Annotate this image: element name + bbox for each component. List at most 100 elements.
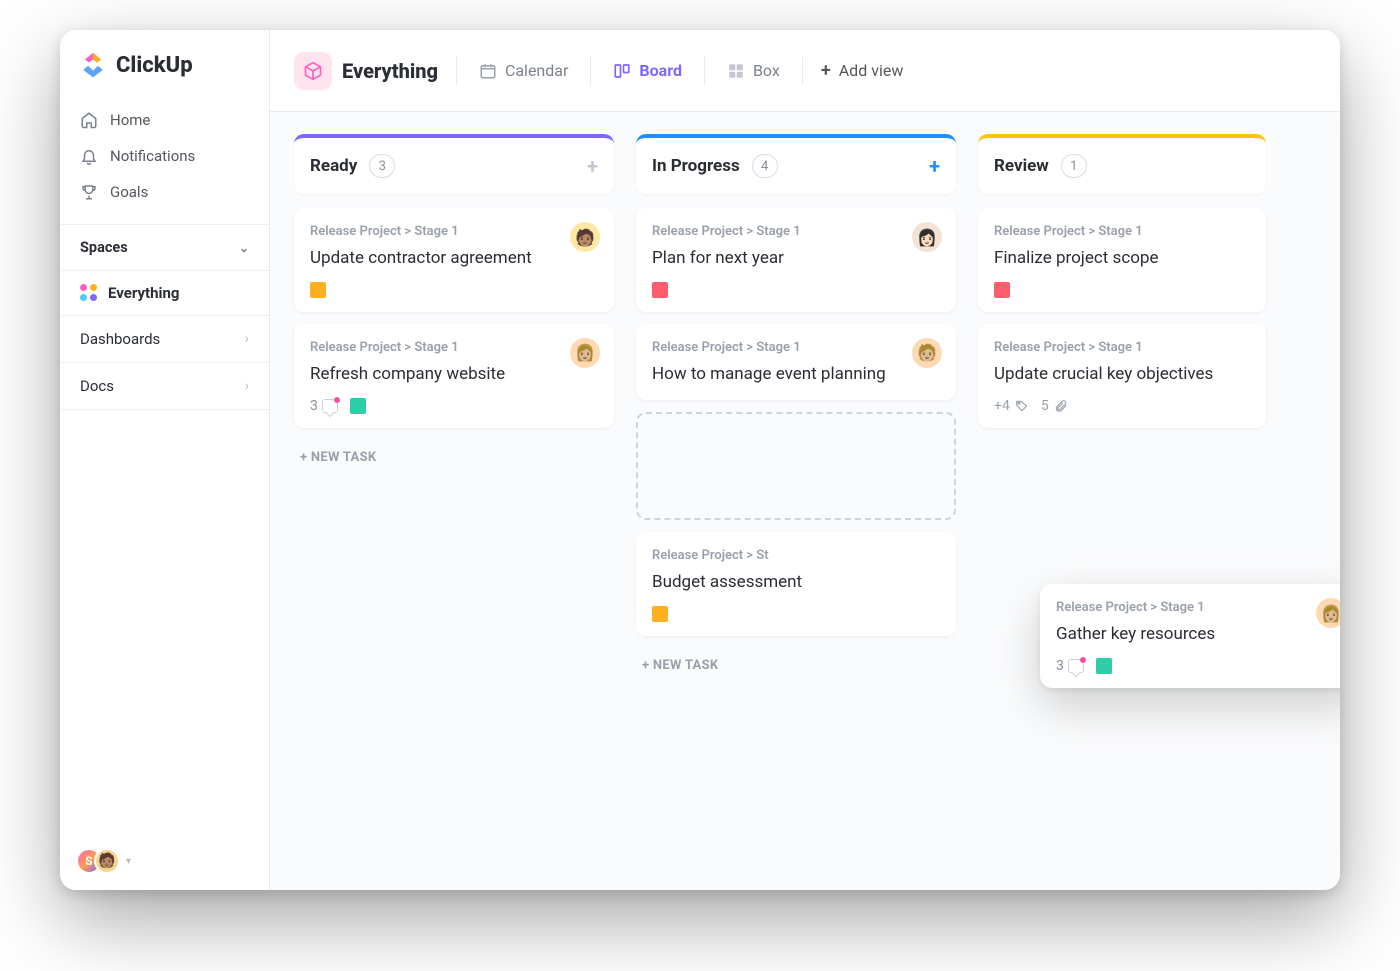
trophy-icon [80,183,98,201]
everything-icon [80,284,98,302]
divider [802,57,803,85]
attachments-count[interactable]: 5 [1041,398,1068,414]
space-everything[interactable]: Everything [60,271,269,316]
assignee-avatar[interactable]: 👩🏼 [570,338,600,368]
assignee-avatar[interactable]: 👩🏻 [912,222,942,252]
priority-flag-icon [652,606,668,622]
add-card-button[interactable]: + [929,154,940,178]
dragging-task-card[interactable]: Release Project > Stage 1 Gather key res… [1040,584,1340,688]
task-title: Budget assessment [652,571,940,594]
board-icon [613,62,631,80]
view-board[interactable]: Board [609,55,686,86]
user-menu[interactable]: S 🧑🏽 ▾ [76,848,131,874]
nav-home[interactable]: Home [60,102,269,138]
space-label: Everything [108,284,179,302]
space-title: Everything [342,59,438,83]
task-breadcrumb: Release Project > Stage 1 [1056,600,1340,615]
calendar-icon [479,62,497,80]
nav-label: Home [110,111,150,129]
clickup-logo-icon [80,52,106,78]
task-card[interactable]: Release Project > Stage 1 How to manage … [636,324,956,400]
tags-count[interactable]: +4 [994,398,1029,414]
priority-flag-icon [350,398,366,414]
bell-icon [80,147,98,165]
assignee-avatar[interactable]: 🧑🏽 [570,222,600,252]
chevron-right-icon: › [245,331,249,347]
task-breadcrumb: Release Project > Stage 1 [652,340,940,355]
task-breadcrumb: Release Project > Stage 1 [994,340,1250,355]
section-label: Docs [80,377,114,395]
task-title: Gather key resources [1056,623,1340,646]
cube-icon [294,52,332,90]
comments-count[interactable]: 3 [1056,658,1084,674]
sidebar: ClickUp Home Notifications Goals Spaces … [60,30,270,890]
task-card[interactable]: Release Project > Stage 1 Update crucial… [978,324,1266,428]
nav-notifications[interactable]: Notifications [60,138,269,174]
spaces-header[interactable]: Spaces ⌄ [60,224,269,271]
priority-flag-icon [652,282,668,298]
app-window: ClickUp Home Notifications Goals Spaces … [60,30,1340,890]
comment-icon [322,399,338,413]
task-breadcrumb: Release Project > Stage 1 [994,224,1250,239]
comment-icon [1068,659,1084,673]
view-label: Board [639,61,682,80]
priority-flag-icon [310,282,326,298]
task-card[interactable]: Release Project > Stage 1 Refresh compan… [294,324,614,428]
new-task-button[interactable]: + NEW TASK [294,440,614,475]
caret-down-icon: ▾ [126,856,131,867]
new-task-button[interactable]: + NEW TASK [636,648,956,683]
tag-icon [1015,399,1029,413]
add-card-button[interactable]: + [587,154,598,178]
view-box[interactable]: Box [723,55,784,86]
add-view-button[interactable]: + Add view [821,60,904,81]
view-label: Box [753,61,780,80]
divider [456,57,457,85]
card-drop-zone[interactable] [636,412,956,520]
section-label: Dashboards [80,330,160,348]
task-card[interactable]: Release Project > St Budget assessment [636,532,956,636]
task-breadcrumb: Release Project > Stage 1 [310,224,598,239]
view-bar: Everything Calendar Board Box + Add view [270,30,1340,112]
brand-logo[interactable]: ClickUp [60,30,269,96]
column-header: Ready 3 + [294,134,614,194]
task-breadcrumb: Release Project > Stage 1 [652,224,940,239]
task-title: Update contractor agreement [310,247,598,270]
paperclip-icon [1054,399,1068,413]
column-header: Review 1 [978,134,1266,194]
sidebar-dashboards[interactable]: Dashboards › [60,316,269,363]
main-area: Everything Calendar Board Box + Add view [270,30,1340,890]
column-ready: Ready 3 + Release Project > Stage 1 Upda… [294,134,614,868]
sidebar-docs[interactable]: Docs › [60,363,269,410]
priority-flag-icon [1096,658,1112,674]
divider [704,57,705,85]
assignee-avatar[interactable]: 👩🏼 [1316,598,1340,628]
view-calendar[interactable]: Calendar [475,55,572,86]
column-header: In Progress 4 + [636,134,956,194]
task-title: How to manage event planning [652,363,940,386]
task-breadcrumb: Release Project > St [652,548,940,563]
column-review: Review 1 Release Project > Stage 1 Final… [978,134,1266,868]
column-count: 4 [752,154,778,178]
task-title: Plan for next year [652,247,940,270]
assignee-avatar[interactable]: 🧑🏼 [912,338,942,368]
nav-label: Goals [110,183,148,201]
primary-nav: Home Notifications Goals [60,96,269,224]
priority-flag-icon [994,282,1010,298]
kanban-board: Ready 3 + Release Project > Stage 1 Upda… [270,112,1340,890]
member-avatar: 🧑🏽 [94,848,120,874]
column-count: 1 [1061,154,1087,178]
task-card[interactable]: Release Project > Stage 1 Update contrac… [294,208,614,312]
plus-icon: + [821,60,831,81]
nav-goals[interactable]: Goals [60,174,269,210]
column-name: In Progress [652,156,740,176]
task-card[interactable]: Release Project > Stage 1 Plan for next … [636,208,956,312]
chevron-right-icon: › [245,378,249,394]
task-title: Refresh company website [310,363,598,386]
box-icon [727,62,745,80]
task-card[interactable]: Release Project > Stage 1 Finalize proje… [978,208,1266,312]
column-count: 3 [369,154,395,178]
current-space-chip[interactable]: Everything [294,52,438,90]
nav-label: Notifications [110,147,195,165]
comments-count[interactable]: 3 [310,398,338,414]
spaces-header-label: Spaces [80,239,128,256]
